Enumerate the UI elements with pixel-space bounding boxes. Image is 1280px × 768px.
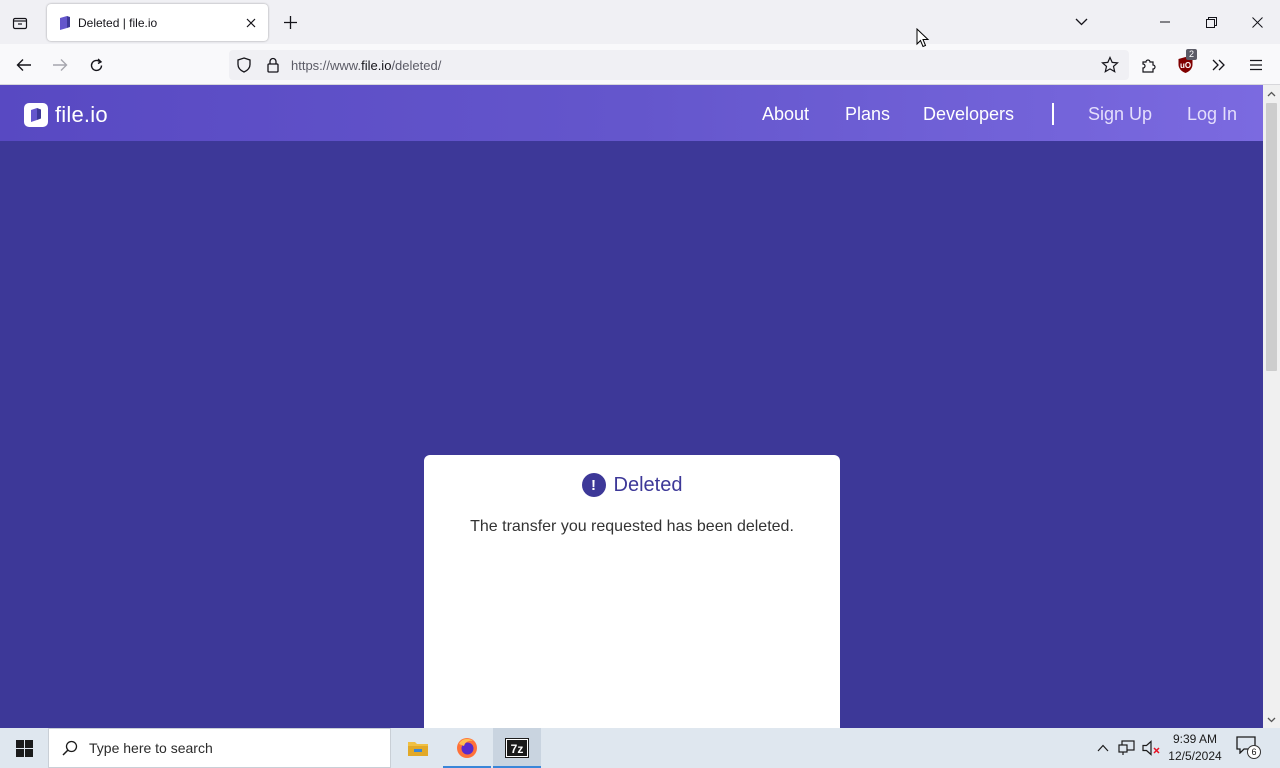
scroll-up-button[interactable] [1263, 85, 1280, 102]
scroll-thumb[interactable] [1266, 103, 1277, 371]
windows-logo-icon [15, 739, 33, 757]
arrow-left-icon [16, 59, 31, 71]
nav-plans-link[interactable]: Plans [845, 104, 890, 125]
card-title: Deleted [613, 473, 683, 496]
7zip-icon: 7z [505, 738, 529, 758]
exclamation-circle-icon: ! [581, 473, 606, 497]
network-icon [1118, 740, 1135, 755]
forward-button[interactable] [45, 50, 75, 80]
nav-about-link[interactable]: About [762, 104, 809, 125]
taskbar-search-box[interactable]: Type here to search [48, 728, 391, 768]
logo-text: file.io [55, 102, 108, 127]
close-icon [1251, 16, 1263, 28]
clock-time: 9:39 AM [1172, 732, 1218, 746]
svg-text:7z: 7z [511, 742, 524, 756]
action-center-button[interactable]: 6 [1236, 736, 1261, 760]
more-tools-button[interactable] [1206, 52, 1232, 78]
taskbar-7zip[interactable]: 7z [493, 728, 541, 768]
search-icon [62, 740, 78, 756]
reload-icon [90, 57, 102, 71]
puzzle-icon [1141, 58, 1156, 73]
start-button[interactable] [0, 728, 48, 768]
lock-icon[interactable] [265, 57, 281, 73]
minimize-icon [1160, 21, 1170, 23]
hamburger-menu-icon [1250, 59, 1262, 71]
card-message: The transfer you requested has been dele… [470, 518, 794, 535]
list-all-tabs-button[interactable] [1068, 9, 1094, 35]
new-tab-button[interactable] [277, 9, 303, 35]
tab-list-icon [12, 17, 28, 30]
tracking-shield-icon[interactable] [236, 57, 252, 73]
nav-login-link[interactable]: Log In [1187, 104, 1237, 125]
firefox-icon [457, 738, 477, 758]
fileio-logo-icon [24, 103, 48, 127]
tab-strip: Deleted | file.io [0, 0, 1280, 44]
volume-tray-button[interactable] [1141, 738, 1161, 758]
folder-icon [408, 742, 428, 756]
browser-tab[interactable]: Deleted | file.io [47, 4, 268, 41]
nav-separator [1052, 103, 1054, 125]
extensions-button[interactable] [1135, 52, 1161, 78]
minimize-button[interactable] [1142, 0, 1188, 44]
url-host: file.io [361, 57, 392, 73]
mouse-cursor-icon [916, 28, 930, 48]
chevron-down-icon [1267, 717, 1276, 722]
tab-close-button[interactable] [239, 11, 263, 35]
site-header: file.io About Plans Developers Sign Up L… [0, 85, 1263, 141]
taskbar-file-explorer[interactable] [394, 728, 442, 768]
close-window-button[interactable] [1234, 0, 1280, 44]
notification-count-badge: 6 [1247, 745, 1261, 759]
navigation-toolbar: https://www.file.io/deleted/ uO 2 [0, 44, 1280, 85]
page-viewport: file.io About Plans Developers Sign Up L… [0, 85, 1263, 728]
site-logo[interactable]: file.io [24, 102, 108, 128]
clock-date: 12/5/2024 [1168, 749, 1222, 763]
network-tray-button[interactable] [1117, 738, 1137, 758]
taskbar-firefox[interactable] [443, 728, 491, 768]
arrow-right-icon [53, 59, 68, 71]
page-scrollbar[interactable] [1263, 85, 1280, 728]
scroll-down-button[interactable] [1263, 711, 1280, 728]
chevron-down-icon [1075, 18, 1087, 26]
taskbar-clock[interactable]: 9:39 AM 12/5/2024 [1162, 731, 1228, 765]
deleted-card: ! Deleted The transfer you requested has… [424, 455, 840, 728]
reload-button[interactable] [81, 50, 111, 80]
url-text[interactable]: https://www.file.io/deleted/ [291, 58, 1101, 73]
url-path: /deleted/ [391, 57, 442, 73]
fileio-favicon-icon [60, 15, 70, 30]
plus-icon [283, 15, 297, 29]
app-menu-button[interactable] [1243, 52, 1269, 78]
tab-list-button[interactable] [6, 9, 34, 37]
back-button[interactable] [9, 50, 39, 80]
volume-muted-icon [1141, 740, 1160, 756]
chevron-up-icon [1097, 744, 1109, 752]
tab-title: Deleted | file.io [78, 15, 158, 30]
url-prefix: https://www. [291, 57, 362, 73]
address-bar[interactable]: https://www.file.io/deleted/ [229, 50, 1129, 80]
chevron-up-icon [1267, 91, 1276, 96]
restore-icon [1205, 16, 1217, 28]
bookmark-star-icon[interactable] [1101, 56, 1119, 74]
ublock-origin-button[interactable]: uO 2 [1172, 49, 1198, 78]
ublock-count-badge: 2 [1186, 49, 1198, 60]
restore-button[interactable] [1188, 0, 1234, 44]
search-placeholder: Type here to search [89, 740, 213, 756]
nav-developers-link[interactable]: Developers [923, 104, 1014, 125]
show-hidden-icons-button[interactable] [1093, 738, 1113, 758]
svg-text:uO: uO [1179, 61, 1190, 70]
nav-signup-link[interactable]: Sign Up [1088, 104, 1152, 125]
close-icon [246, 18, 256, 27]
double-chevron-right-icon [1212, 59, 1225, 71]
card-title-row: ! Deleted [424, 473, 840, 497]
taskbar: Type here to search 7z 9:39 AM 12/5/2024… [0, 728, 1280, 768]
